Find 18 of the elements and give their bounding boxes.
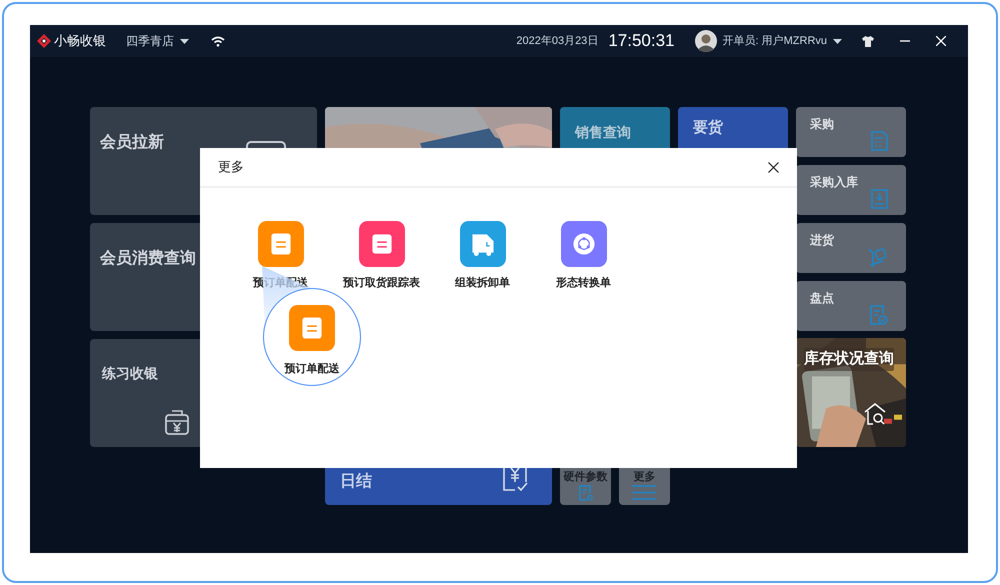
app-name: 小畅收银 [54, 32, 106, 50]
dialog-title: 更多 [218, 158, 244, 176]
date-text: 2022年03月23日 [516, 34, 598, 49]
tile-label: 会员消费查询 [100, 248, 196, 269]
tile-label: 采购 [810, 116, 834, 133]
tile-label: 更多 [632, 470, 656, 485]
tile-label: 采购入库 [810, 174, 858, 191]
tile-label: 会员拉新 [100, 132, 164, 153]
tile-label: 进货 [810, 232, 834, 249]
tile-label: 练习收银 [102, 364, 158, 383]
tile-label: 盘点 [810, 290, 834, 307]
tile-label: 要货 [693, 118, 723, 138]
clock-text: 17:50:31 [608, 30, 674, 52]
tile-label: 日结 [340, 472, 372, 492]
item-label: 预订单配送 [284, 362, 340, 377]
tile-label: 库存状况查询 [804, 348, 894, 370]
tile-label: 硬件参数 [562, 470, 608, 485]
tile-label: 销售查询 [575, 123, 631, 142]
